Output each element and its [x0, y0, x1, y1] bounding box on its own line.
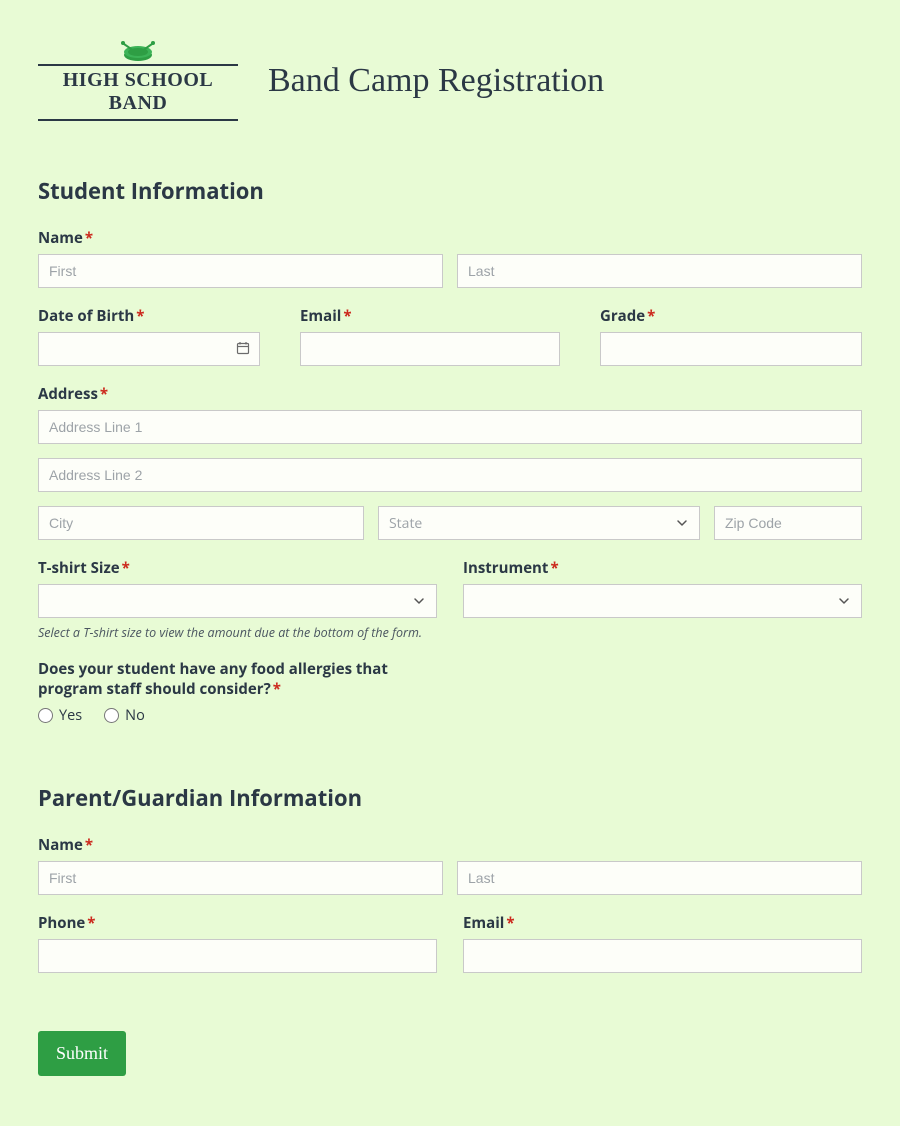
instrument-label: Instrument* — [463, 558, 862, 578]
parent-phone-input[interactable] — [38, 939, 437, 973]
allergy-no-radio[interactable] — [104, 708, 119, 723]
student-first-name-input[interactable] — [38, 254, 443, 288]
parent-email-input[interactable] — [463, 939, 862, 973]
address-line2-input[interactable] — [38, 458, 862, 492]
registration-form: HIGH SCHOOL BAND Band Camp Registration … — [0, 0, 900, 1126]
zip-input[interactable] — [714, 506, 862, 540]
chevron-down-icon — [837, 594, 851, 608]
student-last-name-input[interactable] — [457, 254, 862, 288]
tshirt-label: T-shirt Size* — [38, 558, 437, 578]
address-line1-input[interactable] — [38, 410, 862, 444]
student-email-label: Email* — [300, 306, 560, 326]
parent-name-label: Name* — [38, 835, 862, 855]
submit-button[interactable]: Submit — [38, 1031, 126, 1076]
logo-text: HIGH SCHOOL BAND — [38, 64, 238, 121]
student-email-input[interactable] — [300, 332, 560, 366]
parent-email-label: Email* — [463, 913, 862, 933]
allergy-label: Does your student have any food allergie… — [38, 659, 398, 700]
chevron-down-icon — [412, 594, 426, 608]
allergy-yes-option[interactable]: Yes — [38, 706, 82, 725]
parent-first-name-input[interactable] — [38, 861, 443, 895]
tshirt-hint: Select a T-shirt size to view the amount… — [38, 624, 437, 641]
address-label: Address* — [38, 384, 862, 404]
form-header: HIGH SCHOOL BAND Band Camp Registration — [38, 40, 862, 121]
parent-phone-label: Phone* — [38, 913, 437, 933]
dob-input[interactable] — [38, 332, 260, 366]
student-name-label: Name* — [38, 228, 862, 248]
logo: HIGH SCHOOL BAND — [38, 40, 238, 121]
instrument-select[interactable] — [463, 584, 862, 618]
student-section-title: Student Information — [38, 176, 862, 206]
parent-last-name-input[interactable] — [457, 861, 862, 895]
drum-icon — [38, 40, 238, 66]
allergy-yes-radio[interactable] — [38, 708, 53, 723]
tshirt-select[interactable] — [38, 584, 437, 618]
grade-label: Grade* — [600, 306, 862, 326]
chevron-down-icon — [675, 516, 689, 530]
grade-input[interactable] — [600, 332, 862, 366]
allergy-no-option[interactable]: No — [104, 706, 145, 725]
page-title: Band Camp Registration — [268, 62, 604, 100]
city-input[interactable] — [38, 506, 364, 540]
dob-label: Date of Birth* — [38, 306, 260, 326]
parent-section-title: Parent/Guardian Information — [38, 783, 862, 813]
state-select[interactable]: State — [378, 506, 700, 540]
